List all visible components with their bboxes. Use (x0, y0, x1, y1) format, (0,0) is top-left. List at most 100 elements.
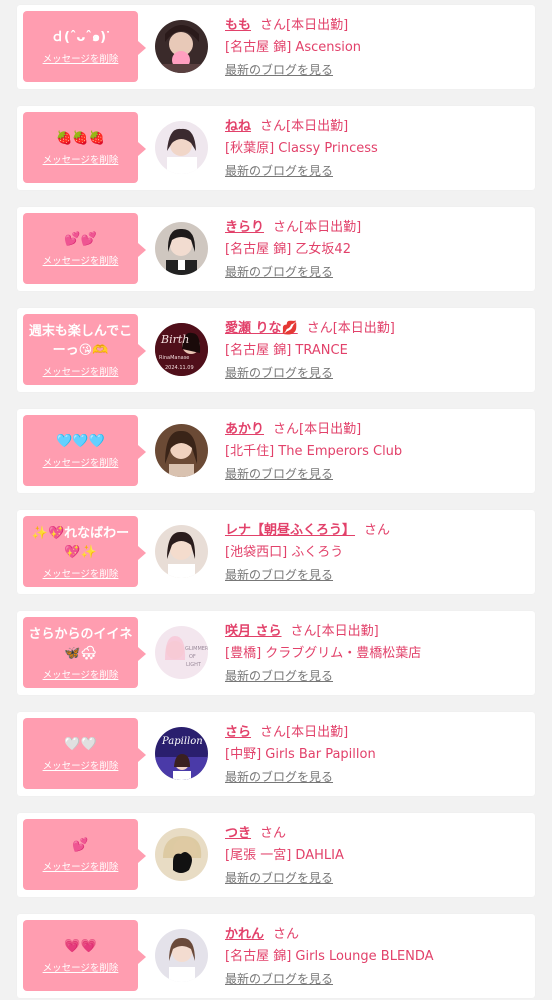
latest-blog-link[interactable]: 最新のブログを見る (225, 766, 530, 788)
message-text: ✨💖れなばわー💖✨ (31, 525, 130, 560)
svg-text:GLIMMER: GLIMMER (185, 646, 208, 652)
status-badge: [本日出勤] (286, 119, 349, 134)
message-text: 💗💗 (64, 939, 97, 954)
svg-text:Papillon: Papillon (161, 736, 203, 747)
girl-name-link[interactable]: 咲月 さら (225, 624, 282, 639)
honorific: さん (290, 624, 317, 639)
message-bubble: 🍓🍓🍓 メッセージを削除 (23, 112, 146, 183)
shop-name: Girls Bar Papillon (265, 747, 376, 762)
latest-blog-link[interactable]: 最新のブログを見る (225, 261, 530, 283)
honorific: さん (306, 321, 333, 336)
honorific: さん (260, 119, 287, 134)
shop-name: Ascension (295, 40, 362, 55)
girl-name-link[interactable]: かれん (225, 927, 264, 942)
shop-name: 乙女坂42 (295, 242, 351, 257)
shop-name: TRANCE (295, 343, 348, 358)
message-list: ｄ(ˆᴗˆ๑)ᐝ メッセージを削除 もも さん[本日出勤] [名古屋 錦] Asc… (0, 0, 552, 1000)
svg-text:RinaManase: RinaManase (159, 355, 189, 361)
status-badge: [本日出勤] (286, 18, 349, 33)
girl-name-link[interactable]: もも (225, 18, 251, 33)
svg-text:Birth: Birth (160, 333, 189, 346)
delete-message-link[interactable]: メッセージを削除 (43, 758, 119, 772)
message-text: 🩵🩵🩵 (56, 434, 105, 449)
honorific: さん (260, 725, 287, 740)
avatar[interactable] (155, 121, 208, 174)
avatar[interactable]: GLIMMER OF LIGHT (155, 626, 208, 679)
area-label: [名古屋 錦] (225, 242, 292, 257)
avatar[interactable] (155, 929, 208, 982)
svg-text:LIGHT: LIGHT (186, 662, 202, 668)
shop-name: Girls Lounge BLENDA (295, 949, 434, 964)
girl-name-link[interactable]: つき (225, 826, 251, 841)
message-text: 🍓🍓🍓 (56, 131, 105, 146)
area-label: [池袋西口] (225, 545, 288, 560)
delete-message-link[interactable]: メッセージを削除 (43, 566, 119, 580)
status-badge: [本日出勤] (316, 624, 379, 639)
latest-blog-link[interactable]: 最新のブログを見る (225, 665, 530, 687)
delete-message-link[interactable]: メッセージを削除 (43, 364, 119, 378)
delete-message-link[interactable]: メッセージを削除 (43, 960, 119, 974)
delete-message-link[interactable]: メッセージを削除 (43, 253, 119, 267)
honorific: さん (364, 523, 391, 538)
latest-blog-link[interactable]: 最新のブログを見る (225, 564, 530, 586)
message-text: 週末も楽しんでこーっ😘🫶 (28, 323, 133, 358)
avatar[interactable] (155, 222, 208, 275)
message-bubble: 💗💗 メッセージを削除 (23, 920, 146, 991)
list-item: ｄ(ˆᴗˆ๑)ᐝ メッセージを削除 もも さん[本日出勤] [名古屋 錦] Asc… (17, 5, 535, 89)
latest-blog-link[interactable]: 最新のブログを見る (225, 968, 530, 990)
avatar[interactable] (155, 424, 208, 477)
list-item: さらからのイイネ🦋🌨 メッセージを削除 GLIMMER OF LIGHT 咲月 … (17, 611, 535, 695)
list-item: 週末も楽しんでこーっ😘🫶 メッセージを削除 Birth RinaManase 2… (17, 308, 535, 392)
delete-message-link[interactable]: メッセージを削除 (43, 152, 119, 166)
delete-message-link[interactable]: メッセージを削除 (43, 455, 119, 469)
area-label: [秋葉原] (225, 141, 275, 156)
status-badge: [本日出勤] (332, 321, 395, 336)
area-label: [名古屋 錦] (225, 40, 292, 55)
list-item: 🤍🤍 メッセージを削除 Papillon さら さん[本日出勤] [中野] Gir… (17, 712, 535, 796)
status-badge: [本日出勤] (299, 220, 362, 235)
avatar[interactable]: Birth RinaManase 2024.11.09 (155, 323, 208, 376)
area-label: [名古屋 錦] (225, 343, 292, 358)
list-item: 🍓🍓🍓 メッセージを削除 ねね さん[本日出勤] [秋葉原] Classy Pri… (17, 106, 535, 190)
avatar[interactable] (155, 525, 208, 578)
avatar[interactable] (155, 20, 208, 73)
shop-name: Classy Princess (278, 141, 378, 156)
delete-message-link[interactable]: メッセージを削除 (43, 859, 119, 873)
status-badge: [本日出勤] (286, 725, 349, 740)
shop-name: DAHLIA (295, 848, 344, 863)
message-bubble: 週末も楽しんでこーっ😘🫶 メッセージを削除 (23, 314, 146, 385)
honorific: さん (260, 18, 287, 33)
girl-name-link[interactable]: レナ【朝昼ふくろう】 (225, 523, 355, 538)
shop-name: ふくろう (291, 545, 344, 560)
message-text: 🤍🤍 (64, 737, 97, 752)
svg-text:OF: OF (189, 654, 196, 660)
honorific: さん (260, 826, 287, 841)
girl-name-link[interactable]: さら (225, 725, 251, 740)
message-bubble: ｄ(ˆᴗˆ๑)ᐝ メッセージを削除 (23, 11, 146, 82)
girl-name-link[interactable]: きらり (225, 220, 264, 235)
delete-message-link[interactable]: メッセージを削除 (43, 667, 119, 681)
latest-blog-link[interactable]: 最新のブログを見る (225, 362, 530, 384)
message-text: ｄ(ˆᴗˆ๑)ᐝ (50, 30, 111, 45)
svg-text:2024.11.09: 2024.11.09 (165, 365, 194, 371)
avatar[interactable]: Papillon (155, 727, 208, 780)
girl-name-link[interactable]: 愛瀬 りな💋 (225, 321, 298, 336)
latest-blog-link[interactable]: 最新のブログを見る (225, 160, 530, 182)
area-label: [豊橋] (225, 646, 262, 661)
area-label: [尾張 一宮] (225, 848, 292, 863)
message-text: 💕💕 (64, 232, 97, 247)
message-text: 💕 (72, 838, 89, 853)
avatar[interactable] (155, 828, 208, 881)
girl-name-link[interactable]: あかり (225, 422, 264, 437)
girl-name-link[interactable]: ねね (225, 119, 251, 134)
list-item: 🩵🩵🩵 メッセージを削除 あかり さん[本日出勤] [北千住] The Emper… (17, 409, 535, 493)
message-bubble: ✨💖れなばわー💖✨ メッセージを削除 (23, 516, 146, 587)
latest-blog-link[interactable]: 最新のブログを見る (225, 463, 530, 485)
latest-blog-link[interactable]: 最新のブログを見る (225, 59, 530, 81)
list-item: 💕💕 メッセージを削除 きらり さん[本日出勤] [名古屋 錦] 乙女坂42 最新… (17, 207, 535, 291)
delete-message-link[interactable]: メッセージを削除 (43, 51, 119, 65)
area-label: [中野] (225, 747, 262, 762)
list-item: ✨💖れなばわー💖✨ メッセージを削除 レナ【朝昼ふくろう】 さん [池袋西口] ふ… (17, 510, 535, 594)
message-bubble: さらからのイイネ🦋🌨 メッセージを削除 (23, 617, 146, 688)
latest-blog-link[interactable]: 最新のブログを見る (225, 867, 530, 889)
